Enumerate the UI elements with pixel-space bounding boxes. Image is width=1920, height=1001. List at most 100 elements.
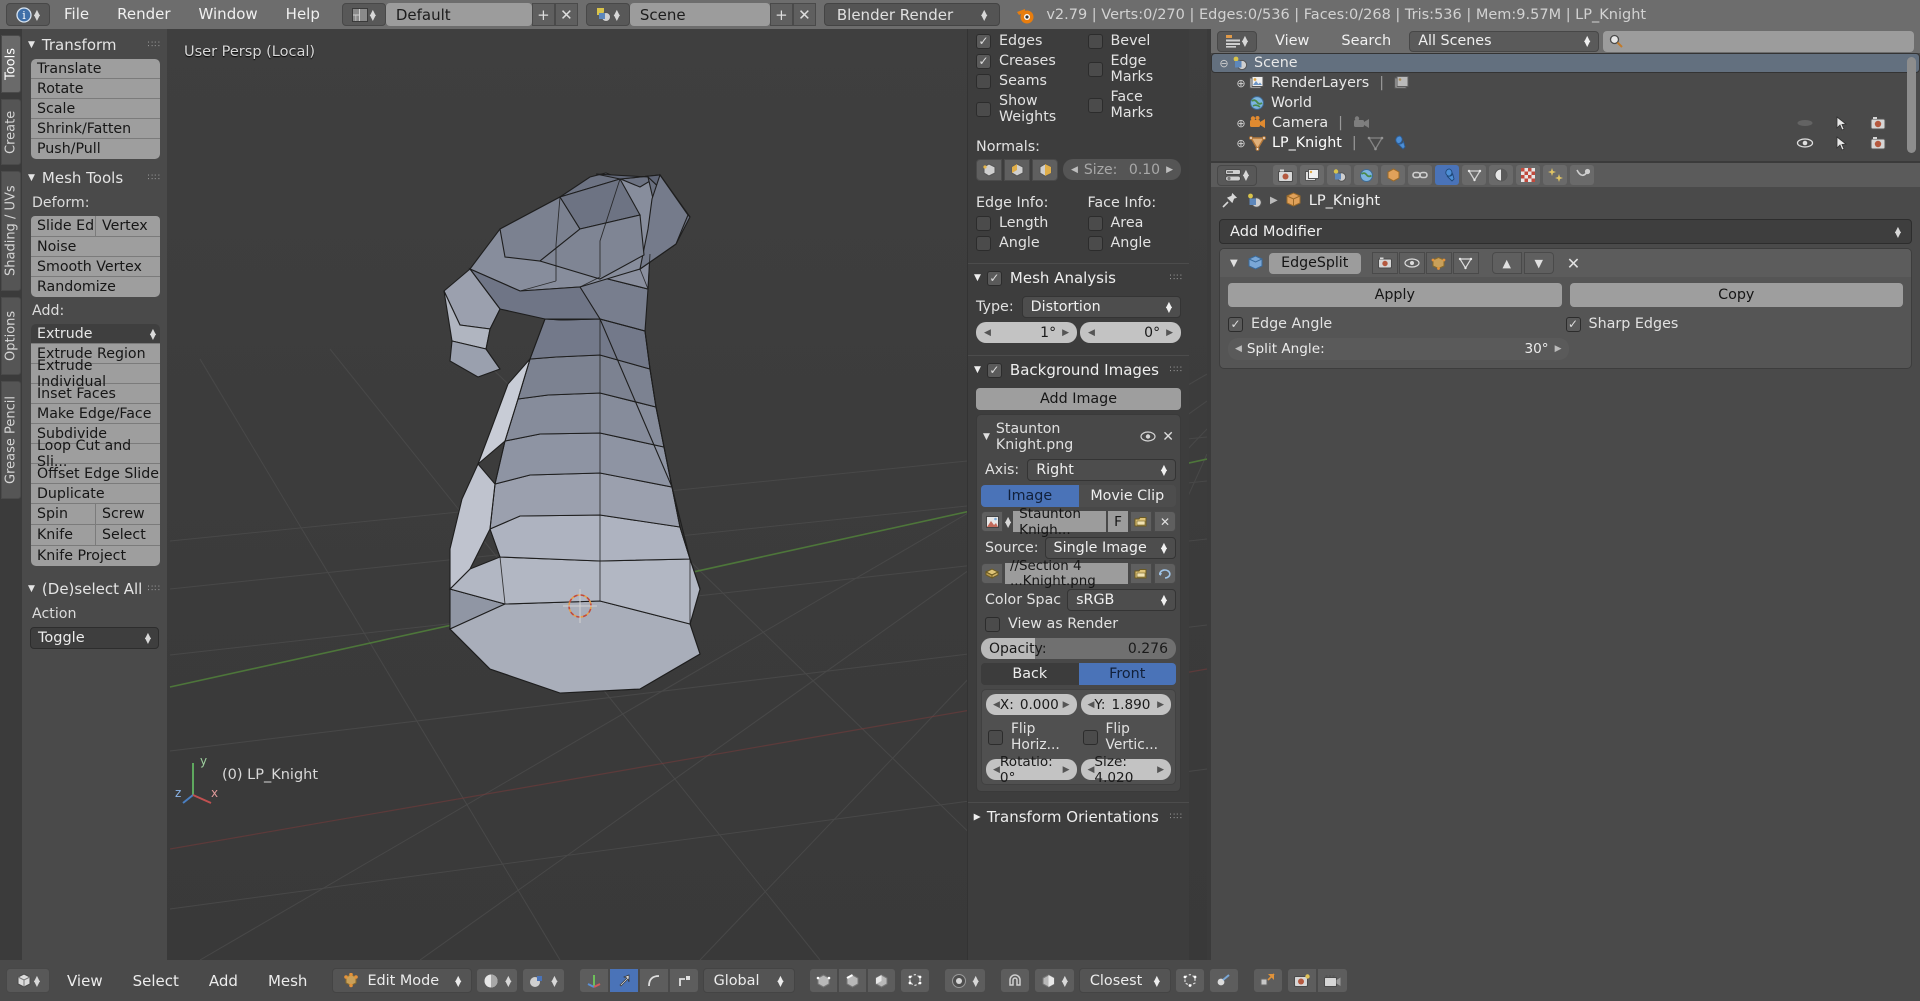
overlay-edge-marks-row[interactable]: Edge Marks <box>1080 51 1190 87</box>
rotation-field[interactable]: ◀ Rotatio: 0° ▶ <box>986 754 1077 786</box>
screen-layout-name-field[interactable]: Default <box>385 3 532 26</box>
footer-menu-select[interactable]: Select <box>120 972 192 990</box>
chevron-left-icon[interactable]: ◀ <box>984 328 991 338</box>
image-datablock-icon[interactable] <box>981 511 1003 532</box>
normals-face-icon[interactable] <box>1032 159 1058 181</box>
checkbox-face-angle[interactable] <box>1087 235 1103 251</box>
chevron-left-icon[interactable]: ◀ <box>993 765 1000 775</box>
distortion-max-slider[interactable]: ◀ 0° ▶ <box>1080 322 1181 343</box>
render-image-button[interactable] <box>1286 968 1317 993</box>
checkbox-edge-angle[interactable]: ✓ <box>1228 316 1243 332</box>
shrink-fatten-button[interactable]: Shrink/Fatten <box>31 119 160 139</box>
viewport-shading-dropdown[interactable]: ▲ ▼ <box>476 968 519 993</box>
modifier-copy-button[interactable]: Copy <box>1569 283 1903 307</box>
snap-align-rotation-button[interactable] <box>1208 968 1239 993</box>
outliner-scrollbar[interactable] <box>1907 57 1916 153</box>
expander-icon[interactable]: ⊕ <box>1233 77 1249 90</box>
panel-header-transform[interactable]: ▼ Transform ∷∷ <box>22 34 167 56</box>
loop-cut-button[interactable]: Loop Cut and Sli... <box>31 438 160 470</box>
scene-name-field[interactable]: Scene <box>629 3 770 26</box>
extrude-individual-button[interactable]: Extrude Individual <box>31 358 160 390</box>
panel-header-mesh-tools[interactable]: ▼ Mesh Tools ∷∷ <box>22 167 167 189</box>
properties-tab-world[interactable] <box>1354 165 1378 185</box>
push-pull-button[interactable]: Push/Pull <box>31 139 160 159</box>
transform-orientation-dropdown[interactable]: Global ▲ ▼ <box>702 968 795 993</box>
checkbox-edge-marks[interactable] <box>1087 61 1103 77</box>
footer-menu-add[interactable]: Add <box>196 972 251 990</box>
knife-project-button[interactable]: Knife Project <box>31 546 160 566</box>
duplicate-button[interactable]: Duplicate <box>31 484 160 504</box>
unlink-image-icon[interactable]: ✕ <box>1154 511 1176 532</box>
scale-manipulator-button[interactable] <box>668 968 699 993</box>
split-angle-slider[interactable]: ◀ Split Angle: 30° ▶ <box>1228 338 1569 360</box>
scale-button[interactable]: Scale <box>31 99 160 119</box>
flip-vertical-row[interactable]: Flip Vertic... <box>1081 719 1172 755</box>
outliner-row-renderlayers[interactable]: ⊕ RenderLayers | <box>1211 73 1920 93</box>
checkbox-edges[interactable]: ✓ <box>976 33 991 49</box>
modifier-apply-button[interactable]: Apply <box>1228 283 1562 307</box>
select-knife-button[interactable]: Select <box>96 525 160 545</box>
tab-front[interactable]: Front <box>1078 663 1176 685</box>
checkbox-edge-angle[interactable] <box>976 235 991 251</box>
spin-button[interactable]: Spin <box>31 504 96 524</box>
panel-header-background-images[interactable]: ▼ ✓ Background Images ∷∷ <box>968 355 1189 384</box>
outliner-menu-search[interactable]: Search <box>1327 31 1405 52</box>
checkbox-flip-horizontal[interactable] <box>988 729 1003 745</box>
translate-button[interactable]: Translate <box>31 59 160 79</box>
selectability-cursor-icon[interactable] <box>1836 135 1848 151</box>
remove-background-image-icon[interactable]: ✕ <box>1162 429 1174 445</box>
translate-manipulator-button[interactable] <box>608 968 639 993</box>
properties-tab-renderlayers[interactable] <box>1300 165 1324 185</box>
pin-icon[interactable] <box>1221 191 1239 209</box>
normals-split-icon[interactable] <box>1004 159 1030 181</box>
randomize-button[interactable]: Randomize <box>31 277 160 297</box>
footer-menu-view[interactable]: View <box>54 972 116 990</box>
view-as-render-row[interactable]: View as Render <box>981 614 1176 634</box>
modifier-cage-toggle[interactable] <box>1452 252 1479 274</box>
checkbox-show-weights[interactable] <box>976 101 991 117</box>
face-select-button[interactable] <box>866 968 896 993</box>
properties-tab-texture[interactable] <box>1516 165 1540 185</box>
add-scene-button[interactable]: + <box>769 3 793 26</box>
chevron-right-icon[interactable]: ▶ <box>1157 700 1164 710</box>
tab-image[interactable]: Image <box>981 485 1079 507</box>
make-edge-face-button[interactable]: Make Edge/Face <box>31 404 160 424</box>
chevron-down-icon[interactable]: ▼ <box>1226 258 1242 269</box>
chevron-updown-icon[interactable]: ▲ ▼ <box>1005 515 1011 528</box>
overlay-face-marks-row[interactable]: Face Marks <box>1080 87 1190 123</box>
chevron-right-icon[interactable]: ▶ <box>1555 344 1562 354</box>
snap-peel-object-button[interactable] <box>1174 968 1205 993</box>
outliner-row-camera[interactable]: ⊕ Camera | <box>1211 113 1920 133</box>
mesh-data-icon[interactable] <box>1367 135 1384 151</box>
modifier-delete-button[interactable]: ✕ <box>1567 254 1580 273</box>
properties-tab-particles[interactable] <box>1543 165 1567 185</box>
scene-type-selector[interactable]: ▲ ▼ <box>585 3 630 26</box>
overlay-seams-row[interactable]: Seams <box>968 71 1080 91</box>
outliner-display-mode-dropdown[interactable]: All Scenes ▲ ▼ <box>1409 30 1600 52</box>
action-toggle-dropdown[interactable]: Toggle ▲ ▼ <box>30 627 159 649</box>
sidebar-tab-options[interactable]: Options <box>1 297 21 375</box>
open-image-icon[interactable] <box>1130 511 1152 532</box>
chevron-left-icon[interactable]: ◀ <box>1235 344 1242 354</box>
panel-header-transform-orientations[interactable]: ▼ Transform Orientations ∷∷ <box>968 802 1189 831</box>
knife-button[interactable]: Knife <box>31 525 96 545</box>
modifier-name-field[interactable]: EdgeSplit <box>1268 252 1361 274</box>
screen-layout-type-selector[interactable]: ▲ ▼ <box>341 3 386 26</box>
outliner-search-input[interactable] <box>1603 30 1914 52</box>
expander-icon[interactable]: ⊖ <box>1216 57 1232 70</box>
renderability-camera-icon[interactable] <box>1870 116 1886 130</box>
menu-help[interactable]: Help <box>272 0 334 29</box>
selectability-cursor-icon[interactable] <box>1836 115 1848 131</box>
extrude-dropdown[interactable]: Extrude ▲ ▼ <box>31 324 160 344</box>
add-image-button[interactable]: Add Image <box>976 388 1181 410</box>
snap-toggle-button[interactable] <box>999 968 1030 993</box>
chevron-right-icon[interactable]: ▶ <box>1063 765 1070 775</box>
outliner-menu-view[interactable]: View <box>1261 31 1323 52</box>
proportional-edit-dropdown[interactable]: ▲ ▼ <box>943 968 986 993</box>
pivot-point-dropdown[interactable]: ▲ ▼ <box>522 968 565 993</box>
properties-tab-constraints[interactable] <box>1408 165 1432 185</box>
camera-data-icon[interactable] <box>1353 115 1370 131</box>
fake-user-button[interactable]: F <box>1108 511 1128 532</box>
overlay-bevel-row[interactable]: Bevel <box>1080 31 1190 51</box>
modifier-move-down-button[interactable]: ▼ <box>1523 252 1554 274</box>
